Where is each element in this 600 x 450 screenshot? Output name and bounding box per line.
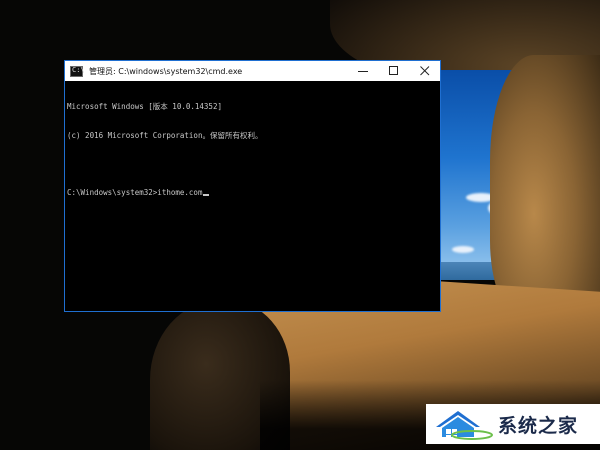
console-prompt-line[interactable]: C:\Windows\system32>ithome.com	[67, 188, 428, 198]
console-output[interactable]: Microsoft Windows [版本 10.0.14352] (c) 20…	[65, 81, 428, 311]
title-bar[interactable]: C:\ 管理员: C:\windows\system32\cmd.exe	[65, 61, 440, 81]
watermark-text: 系统之家	[498, 414, 579, 437]
close-button[interactable]	[409, 61, 440, 81]
cmd-icon[interactable]: C:\	[70, 65, 85, 77]
console-line: Microsoft Windows [版本 10.0.14352]	[67, 102, 222, 111]
cave-arch-rock	[490, 55, 600, 320]
house-logo-icon	[436, 411, 493, 440]
console-prompt: C:\Windows\system32>ithome.com	[67, 187, 203, 197]
scrollbar[interactable]	[428, 81, 440, 311]
text-cursor	[203, 193, 210, 196]
maximize-button[interactable]	[378, 61, 409, 81]
site-watermark: 系统之家	[426, 404, 600, 444]
cloud	[452, 246, 474, 253]
window-title: 管理员: C:\windows\system32\cmd.exe	[89, 66, 243, 76]
minimize-icon	[357, 71, 368, 72]
window-controls	[347, 61, 440, 81]
console-line: (c) 2016 Microsoft Corporation。保留所有权利。	[67, 130, 263, 140]
minimize-button[interactable]	[347, 61, 378, 81]
close-icon	[419, 66, 429, 76]
maximize-icon	[388, 66, 398, 75]
cmd-window[interactable]: C:\ 管理员: C:\windows\system32\cmd.exe Mic…	[64, 60, 441, 312]
